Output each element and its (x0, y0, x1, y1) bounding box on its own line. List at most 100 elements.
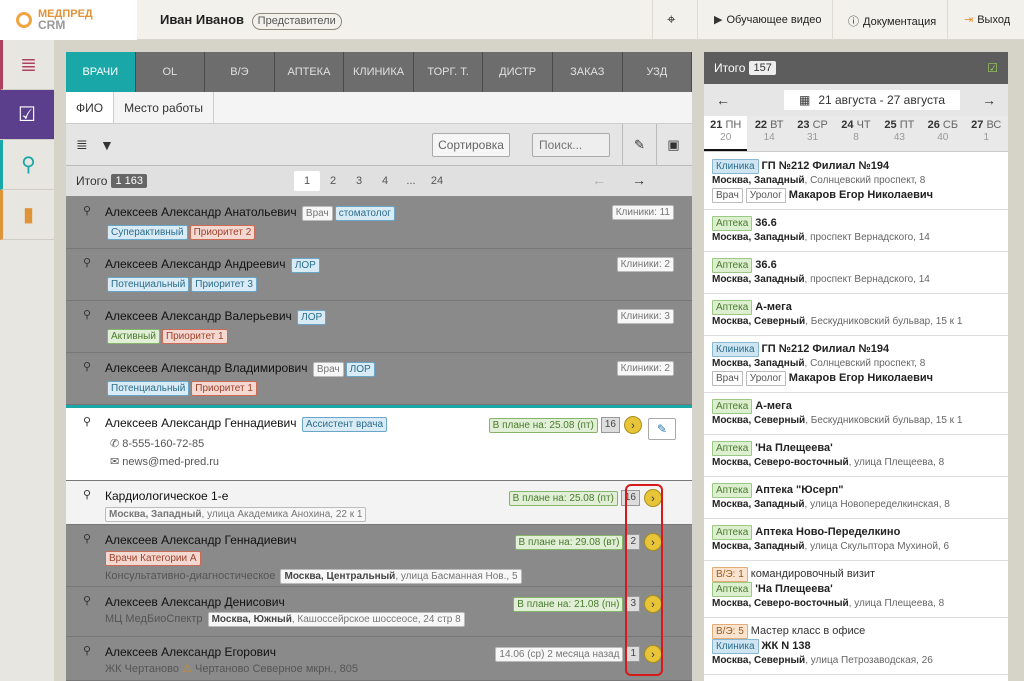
map-pin-icon[interactable]: ⚲ (0, 140, 54, 190)
list-item[interactable]: ⚲ Алексеев Александр Денисович МЦ МедБио… (66, 587, 692, 637)
tag: Суперактивный (107, 225, 188, 240)
schedule-item[interactable]: Клиника ГП №212 Филиал №194 Москва, Западн… (704, 336, 1008, 393)
schedule-item[interactable]: Аптека А-мега Москва, Северный, Бескуднико… (704, 294, 1008, 336)
place-title: Аптека "Юсерп" (755, 484, 844, 496)
docs-link[interactable]: ⓘ Документация (848, 13, 936, 29)
database-icon[interactable]: ≣ (0, 40, 54, 90)
logo[interactable]: МЕДПРЕД CRM (0, 0, 137, 40)
schedule-item[interactable]: Клиника ГП №212 Филиал №194 Москва, Западн… (704, 153, 1008, 210)
prev-arrow-icon[interactable]: ← (592, 172, 632, 188)
tab-distr[interactable]: ДИСТР (483, 52, 553, 92)
list-item[interactable]: ⚲ Алексеев Александр Геннадиевич Врачи К… (66, 525, 692, 587)
schedule-panel: Итого 157 ☑ ← ▦ 21 августа - 27 августа →… (704, 52, 1008, 681)
list-item[interactable]: ⚲ Алексеев Александр Анатольевич Врач сто… (66, 197, 692, 249)
video-label: Обучающее видео (726, 14, 822, 26)
sort-button[interactable]: Сортировка (432, 133, 510, 157)
place-title: А-мега (755, 301, 792, 313)
tab-order[interactable]: ЗАКАЗ (552, 52, 623, 92)
subtabs: ФИО Место работы (66, 92, 692, 124)
schedule-item[interactable]: Аптека 36.6 Москва, Западный, проспект Вер… (704, 210, 1008, 252)
prev-week-arrow-icon[interactable]: ← (716, 92, 730, 108)
last-visit-badge: 14.06 (ср) 2 месяца назад (495, 646, 624, 662)
date-range[interactable]: ▦ 21 августа - 27 августа (784, 90, 960, 110)
tab-pharmacy[interactable]: АПТЕКА (274, 52, 345, 92)
tag: Врачи Категории А (105, 551, 201, 566)
schedule-item[interactable]: Аптека 36.6 Москва, Западный, проспект Вер… (704, 252, 1008, 294)
list-item-selected[interactable]: ⚲ Алексеев Александр Геннадиевич Ассисте… (66, 405, 692, 481)
tag: стоматолог (334, 206, 395, 221)
address: Москва, Западный, улица Новопеределкинск… (712, 499, 950, 510)
plan-badge: В плане на: 25.08 (пт) (488, 417, 598, 433)
list-item[interactable]: ⚲ Алексеев Александр Егорович ЖК Чертано… (66, 637, 692, 681)
tab-ol[interactable]: OL (135, 52, 206, 92)
place-title: Аптека Ново-Переделкино (755, 526, 901, 538)
list-item[interactable]: ⚲ Алексеев Александр Валерьевич ЛОР Акти… (66, 301, 692, 353)
day-tab[interactable]: 21 ПН 20 (704, 116, 748, 151)
database-icon[interactable]: ≣ (76, 136, 100, 153)
next-week-arrow-icon[interactable]: → (982, 92, 996, 108)
location-icon[interactable]: ⌖ (667, 11, 675, 28)
scrollbar[interactable] (1008, 52, 1024, 681)
day-tab[interactable]: 27 ВС 1 (965, 116, 1008, 151)
tab-doctors[interactable]: ВРАЧИ (66, 52, 136, 92)
video-link[interactable]: ▶ Обучающее видео (714, 13, 822, 26)
day-tab[interactable]: 26 СБ 40 (921, 116, 964, 151)
schedule-item[interactable]: В/Э: 5 Мастер класс в офисе Клиника ЖК N 13… (704, 618, 1008, 675)
page-1[interactable]: 1 (294, 171, 320, 191)
day-tab[interactable]: 24 ЧТ 8 (834, 116, 877, 151)
day-tab[interactable]: 23 СР 31 (791, 116, 834, 151)
tab-clinic[interactable]: КЛИНИКА (344, 52, 414, 92)
tag: Потенциальный (107, 381, 190, 396)
user-role-badge[interactable]: Представители (251, 13, 342, 30)
tag: Потенциальный (107, 277, 190, 292)
workplace: ЖК Чертаново (105, 663, 180, 675)
search-input[interactable] (532, 133, 610, 157)
address: Москва, Западный, Солнцевский проспект, … (712, 175, 926, 186)
address: Москва, Западный, Солнцевский проспект, … (712, 358, 926, 369)
subtab-fio[interactable]: ФИО (66, 92, 115, 123)
day-tab[interactable]: 22 ВТ 14 (747, 116, 790, 151)
place-title: 36.6 (755, 259, 777, 271)
exit-link[interactable]: ⇥ Выход (964, 13, 1010, 26)
tab-ve[interactable]: В/Э (205, 52, 275, 92)
map-pin-icon: ⚲ (83, 489, 92, 501)
chart-icon[interactable]: ▮ (0, 190, 54, 240)
pencil-icon[interactable]: ✎ (622, 124, 656, 166)
person-name: Макаров Егор Николаевич (788, 372, 933, 384)
schedule-item[interactable]: Аптека Аптека "Юсерп" Москва, Западный, ул… (704, 477, 1008, 519)
tag: Приоритет 2 (189, 225, 256, 240)
filter-icon[interactable]: ▼ (100, 137, 124, 153)
edit-button[interactable]: ✎ (648, 418, 676, 440)
day-tab[interactable]: 25 ПТ 43 (878, 116, 921, 151)
chevron-right-icon[interactable]: › (624, 416, 642, 434)
tab-trade[interactable]: ТОРГ. Т. (413, 52, 484, 92)
tag: Врач (301, 206, 333, 221)
page-2[interactable]: 2 (320, 171, 346, 191)
list-item[interactable]: ⚲ Алексеев Александр Владимирович Врач ЛО… (66, 353, 692, 405)
page-4[interactable]: 4 (372, 171, 398, 191)
schedule-item[interactable]: Аптека Аптека Ново-Переделкино Москва, Зап… (704, 519, 1008, 561)
subtab-workplace[interactable]: Место работы (114, 92, 215, 123)
excel-icon[interactable]: ▣ (656, 124, 690, 166)
schedule-item[interactable]: Аптека А-мега Москва, Северный, Бескуднико… (704, 393, 1008, 435)
address: Москва, Северный, улица Петрозаводская, … (712, 655, 933, 666)
schedule-item[interactable]: Аптека 'На Плещеева' Москва, Северо-восточ… (704, 435, 1008, 477)
map-pin-icon: ⚲ (83, 257, 92, 269)
page-3[interactable]: 3 (346, 171, 372, 191)
calendar-check-icon[interactable]: ☑ (987, 61, 998, 75)
tab-uzd[interactable]: УЗД (622, 52, 693, 92)
type-badge: Аптека (712, 216, 753, 231)
address: Москва, Западный, улица Скульптора Мухин… (712, 541, 950, 552)
page-ellipsis: ... (406, 175, 416, 187)
list-item[interactable]: ⚲ Кардиологическое 1-е Москва, Западный,… (66, 481, 692, 525)
calendar-icon[interactable]: ☑ (0, 90, 54, 140)
place-title: А-мега (755, 400, 792, 412)
page-24[interactable]: 24 (424, 171, 450, 191)
clinics-count: Клиники: 3 (616, 309, 674, 324)
list-item[interactable]: ⚲ Алексеев Александр Андреевич ЛОР Потен… (66, 249, 692, 301)
category-tabs: ВРАЧИ OL В/Э АПТЕКА КЛИНИКА ТОРГ. Т. ДИС… (66, 52, 693, 92)
type-badge: Клиника (712, 159, 759, 174)
video-icon: ▶ (714, 14, 723, 26)
schedule-item[interactable]: В/Э: 1 командировочный визит Аптека 'На Пле… (704, 561, 1008, 618)
next-arrow-icon[interactable]: → (632, 172, 672, 188)
